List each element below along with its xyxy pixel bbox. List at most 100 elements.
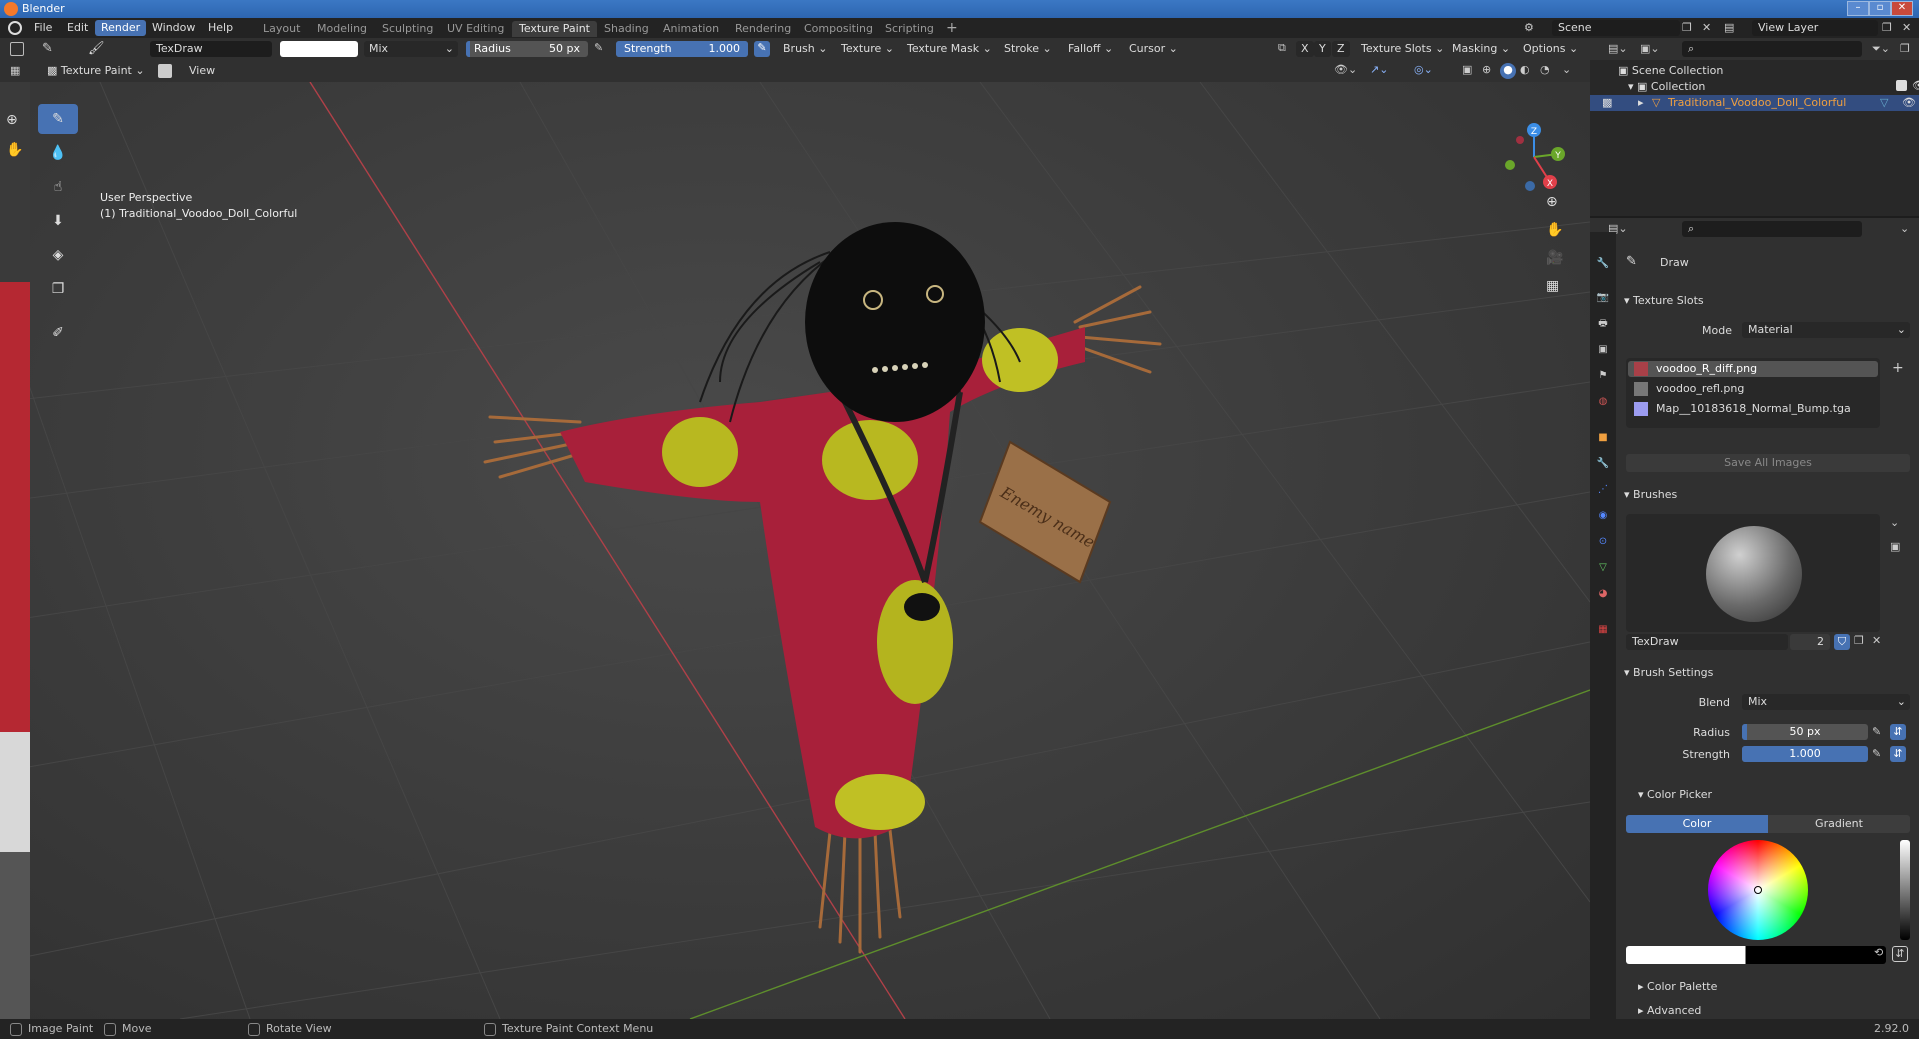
color-swatches[interactable]: [1626, 946, 1886, 964]
view-layer-tab-icon[interactable]: ▣: [1595, 342, 1611, 358]
outliner-search-input[interactable]: ⌕: [1682, 41, 1862, 57]
tab-rendering[interactable]: Rendering: [728, 21, 798, 37]
unified-color-icon[interactable]: ⇵: [1892, 946, 1908, 962]
new-scene-icon[interactable]: ❐: [1682, 21, 1692, 34]
maximize-button[interactable]: ▫: [1869, 1, 1891, 16]
smear-tool-icon[interactable]: ☝: [38, 172, 78, 202]
tool-tab-icon[interactable]: 🔧: [1595, 256, 1611, 272]
minimize-button[interactable]: –: [1847, 1, 1869, 16]
save-all-images-button[interactable]: Save All Images: [1626, 454, 1910, 472]
overlays-icon[interactable]: ◎⌄: [1414, 63, 1433, 76]
scene-tab-icon[interactable]: ⚑: [1595, 368, 1611, 384]
menu-render[interactable]: Render: [95, 20, 147, 36]
brush-name-field[interactable]: TexDraw: [150, 41, 272, 57]
tab-scripting[interactable]: Scripting: [878, 21, 941, 37]
tab-layout[interactable]: Layout: [256, 21, 307, 37]
mirror-z-toggle[interactable]: Z: [1332, 41, 1350, 57]
value-slider[interactable]: [1900, 840, 1910, 940]
delete-view-layer-icon[interactable]: ✕: [1902, 21, 1911, 34]
ortho-toggle-icon[interactable]: ▦: [1546, 278, 1559, 294]
color-palette-panel-header[interactable]: ▸ Color Palette: [1638, 980, 1717, 993]
scene-field[interactable]: Scene: [1552, 20, 1680, 36]
scene-icon[interactable]: ⚙: [1524, 21, 1540, 35]
radius-slider[interactable]: Radius 50 px: [466, 41, 588, 57]
texture-slot-label[interactable]: voodoo_refl.png: [1656, 382, 1744, 395]
3d-viewport[interactable]: Enemy name User Perspective (1) Traditio…: [0, 82, 1590, 1019]
properties-options-icon[interactable]: ⌄: [1900, 222, 1909, 235]
strength-unified-icon[interactable]: ⇵: [1890, 746, 1906, 762]
strength-slider[interactable]: 1.000: [1742, 746, 1868, 762]
delete-scene-icon[interactable]: ✕: [1702, 21, 1711, 34]
gizmo-neg-x-icon[interactable]: [1516, 136, 1524, 144]
collection-checkbox[interactable]: [1896, 80, 1907, 91]
editor-type-icon[interactable]: [10, 42, 24, 56]
object-visibility-icon[interactable]: 👁: [1902, 96, 1916, 109]
display-mode-icon[interactable]: ▣⌄: [1640, 42, 1660, 55]
new-collection-icon[interactable]: ❐: [1900, 42, 1910, 55]
physics-tab-icon[interactable]: ◉: [1595, 508, 1611, 524]
tab-sculpting[interactable]: Sculpting: [375, 21, 440, 37]
duplicate-brush-icon[interactable]: ❐: [1854, 634, 1864, 647]
gizmo-toggle-icon[interactable]: ↗⌄: [1370, 63, 1388, 76]
tab-modeling[interactable]: Modeling: [310, 21, 374, 37]
add-workspace-icon[interactable]: +: [946, 20, 958, 36]
new-view-layer-icon[interactable]: ❐: [1882, 21, 1892, 34]
fake-user-icon[interactable]: ⛉: [1834, 634, 1850, 650]
menu-help[interactable]: Help: [202, 20, 239, 36]
particles-tab-icon[interactable]: ⋰: [1595, 482, 1611, 498]
mode-dropdown[interactable]: ▩ Texture Paint ⌄: [42, 63, 150, 79]
color-picker-panel-header[interactable]: ▾ Color Picker: [1638, 788, 1712, 801]
texture-slot-label[interactable]: Map__10183618_Normal_Bump.tga: [1656, 402, 1851, 415]
wireframe-shading-icon[interactable]: ⊕: [1482, 63, 1491, 76]
annotate-tool-icon[interactable]: ✐: [38, 318, 78, 348]
camera-view-icon[interactable]: 🎥: [1546, 250, 1563, 266]
swap-colors-icon[interactable]: ⟲: [1874, 946, 1883, 959]
strength-slider[interactable]: Strength 1.000: [616, 41, 748, 57]
draw-tool-icon[interactable]: ✎: [38, 104, 78, 134]
zoom-icon[interactable]: ⊕: [1546, 194, 1558, 210]
mode-dropdown[interactable]: Material ⌄: [1742, 322, 1910, 338]
color-tab[interactable]: Color: [1626, 815, 1768, 833]
falloff-menu[interactable]: Falloff ⌄: [1063, 41, 1118, 57]
texture-menu[interactable]: Texture ⌄: [836, 41, 899, 57]
brush-color-swatch[interactable]: [280, 41, 358, 57]
brush-users-count[interactable]: 2: [1790, 634, 1830, 650]
brush-list-toggle-icon[interactable]: ⌄: [1890, 516, 1899, 529]
tab-animation[interactable]: Animation: [656, 21, 726, 37]
pan-hand-icon[interactable]: ✋: [1546, 222, 1563, 238]
collection-row[interactable]: ▾ ▣ Collection: [1628, 80, 1705, 93]
render-tab-icon[interactable]: 📷: [1595, 290, 1611, 306]
clone-tool-icon[interactable]: ⬇: [38, 206, 78, 236]
data-tab-icon[interactable]: ▽: [1595, 560, 1611, 576]
blender-menu-icon[interactable]: [8, 21, 22, 35]
output-tab-icon[interactable]: 🖶: [1595, 316, 1611, 332]
material-tab-icon[interactable]: ◕: [1595, 586, 1611, 602]
solid-shading-icon[interactable]: ●: [1500, 63, 1516, 79]
menu-edit[interactable]: Edit: [61, 20, 94, 36]
toolbar-toggle-icon[interactable]: ▦: [10, 64, 20, 77]
scene-collection-row[interactable]: ▣ Scene Collection: [1618, 64, 1723, 77]
outliner-editor-icon[interactable]: ▤⌄: [1608, 42, 1628, 55]
soften-tool-icon[interactable]: 💧: [38, 138, 78, 168]
texture-tab-icon[interactable]: ▦: [1595, 622, 1611, 638]
gizmo-neg-y-icon[interactable]: [1505, 160, 1515, 170]
pressure-radius-icon[interactable]: ✎: [594, 41, 603, 54]
gradient-tab[interactable]: Gradient: [1768, 815, 1910, 833]
filter-icon[interactable]: ⏷⌄: [1872, 42, 1890, 56]
xray-icon[interactable]: ▣: [1462, 63, 1472, 76]
collection-visibility-icon[interactable]: 👁: [1912, 79, 1919, 92]
image-editor-strip[interactable]: ⊕ ✋: [0, 82, 30, 1019]
pressure-strength-icon[interactable]: ✎: [754, 41, 770, 57]
properties-search-input[interactable]: ⌕: [1682, 221, 1862, 237]
brush-name-field[interactable]: TexDraw: [1626, 634, 1788, 650]
stroke-menu[interactable]: Stroke ⌄: [999, 41, 1057, 57]
gizmo-neg-z-icon[interactable]: [1525, 181, 1535, 191]
zoom-view-icon[interactable]: ⊕: [6, 112, 18, 128]
blend-mode-dropdown[interactable]: Mix ⌄: [364, 41, 458, 57]
tab-uv-editing[interactable]: UV Editing: [440, 21, 511, 37]
world-tab-icon[interactable]: ◍: [1595, 394, 1611, 410]
brush-settings-panel-header[interactable]: ▾ Brush Settings: [1624, 666, 1713, 679]
texture-slots-panel-header[interactable]: ▾ Texture Slots: [1624, 294, 1704, 307]
close-button[interactable]: ✕: [1891, 1, 1913, 16]
radius-unit-icon[interactable]: ⇵: [1890, 724, 1906, 740]
